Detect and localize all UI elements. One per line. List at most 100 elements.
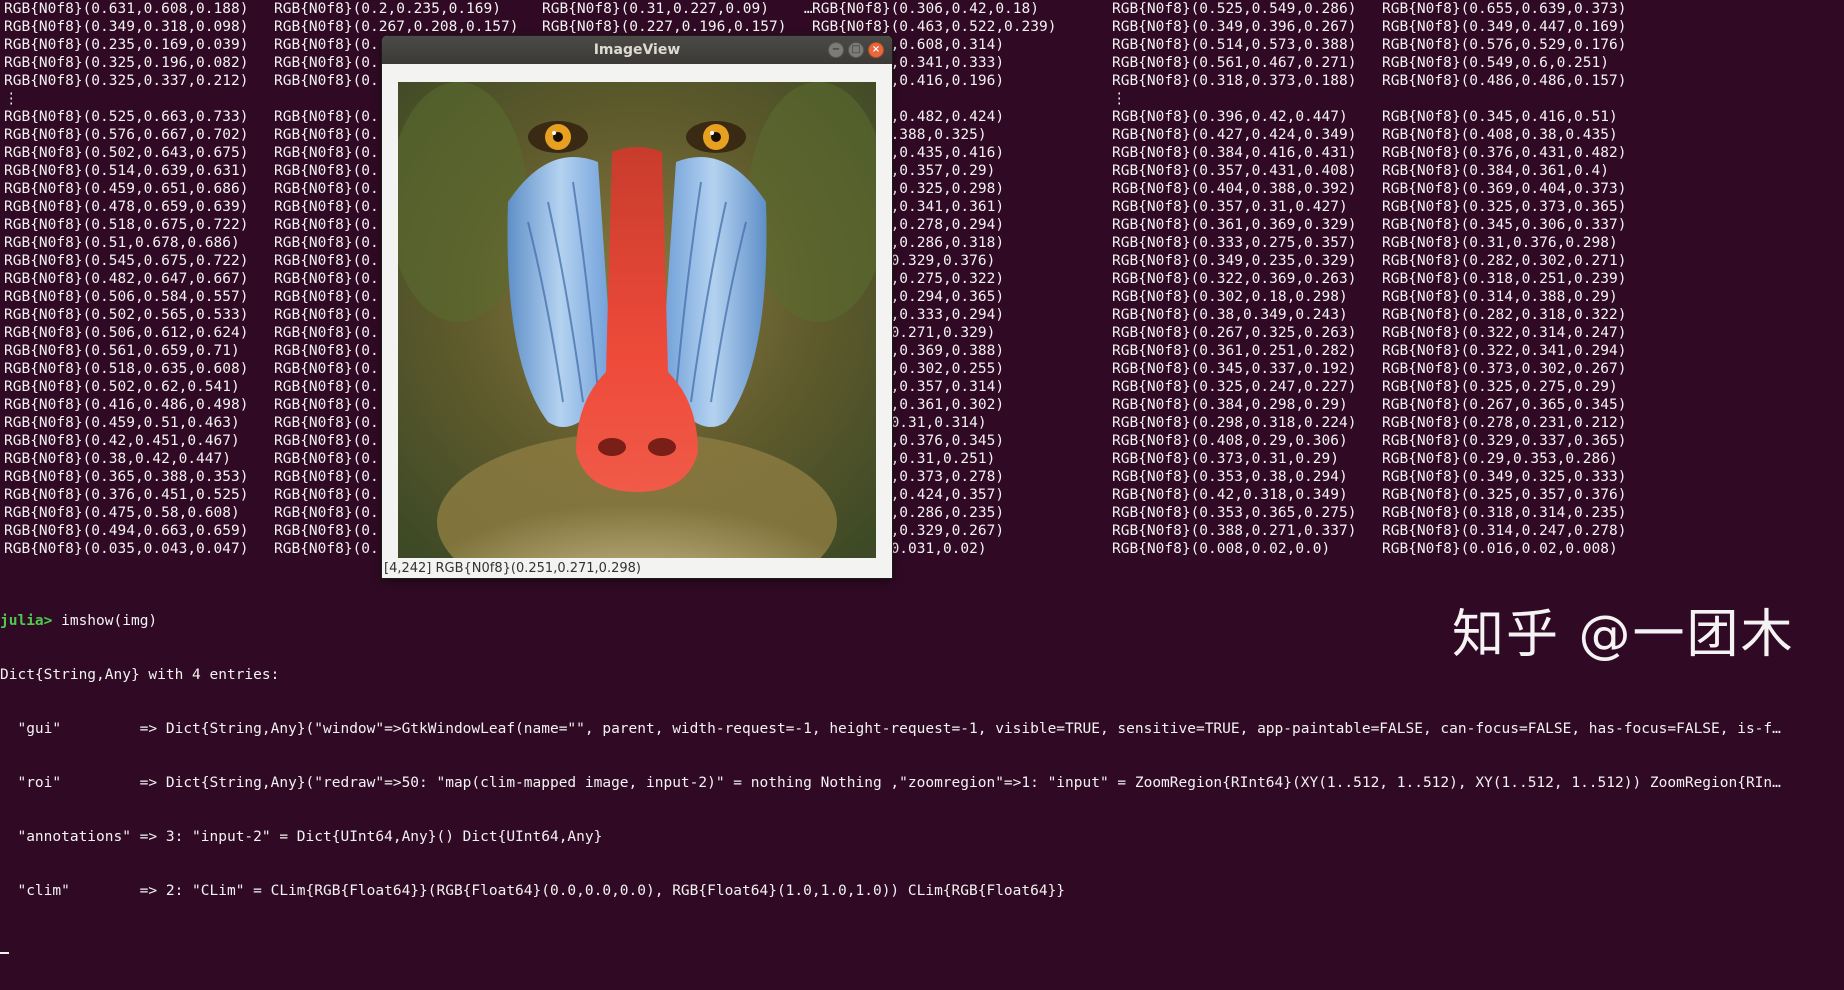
- pixel-value: RGB{N0f8}(0.376,0.431,0.482): [1382, 145, 1627, 161]
- pixel-value: RGB{N0f8}(0.506,0.612,0.624): [4, 325, 249, 341]
- pixel-value: RGB{N0f8}(0.267,0.365,0.345): [1382, 397, 1627, 413]
- maximize-button[interactable]: □: [848, 42, 864, 58]
- pixel-value: RGB{N0f8}(0.38,0.42,0.447): [4, 451, 231, 467]
- pixel-value: RGB{N0f8}(0.325,0.373,0.365): [1382, 199, 1627, 215]
- pixel-value: ⋮: [4, 91, 19, 107]
- pixel-value: RGB{N0f8}(0.506,0.584,0.557): [4, 289, 249, 305]
- pixel-value: RGB{N0f8}(0.325,0.247,0.227): [1112, 379, 1357, 395]
- pixel-value: RGB{N0f8}(0.325,0.196,0.082): [4, 55, 249, 71]
- pixel-value: RGB{N0f8}(0.486,0.486,0.157): [1382, 73, 1627, 89]
- pixel-value: RGB{N0f8}(0.416,0.486,0.498): [4, 397, 249, 413]
- pixel-value: RGB{N0f8}(0.357,0.31,0.427): [1112, 199, 1348, 215]
- pixel-value: RGB{N0f8}(0.373,0.31,0.29): [1112, 451, 1339, 467]
- pixel-value: RGB{N0f8}(0.502,0.565,0.533): [4, 307, 249, 323]
- pixel-value: RGB{N0f8}(0.361,0.251,0.282): [1112, 343, 1357, 359]
- pixel-column-5: RGB{N0f8}(0.525,0.549,0.286) RGB{N0f8}(0.…: [1112, 0, 1356, 558]
- pixel-value: RGB{N0f8}(0.282,0.318,0.322): [1382, 307, 1627, 323]
- status-bar: [4,242] RGB{N0f8}(0.251,0.271,0.298): [382, 559, 892, 578]
- pixel-value: RGB{N0f8}(0.322,0.314,0.247): [1382, 325, 1627, 341]
- output-line: "clim" => 2: "CLim" = CLim{RGB{Float64}}…: [0, 883, 1066, 899]
- pixel-value: RGB{N0f8}(0.329,0.337,0.365): [1382, 433, 1627, 449]
- pixel-value: RGB{N0f8}(0.298,0.318,0.224): [1112, 415, 1357, 431]
- window-title: ImageView: [593, 42, 681, 58]
- pixel-value: RGB{N0f8}(0.482,0.647,0.667): [4, 271, 249, 287]
- pixel-value: RGB{N0f8}(0.525,0.549,0.286): [1112, 1, 1357, 17]
- pixel-value: RGB{N0f8}(0.353,0.365,0.275): [1112, 505, 1357, 521]
- pixel-value: RGB{N0f8}(0.427,0.424,0.349): [1112, 127, 1357, 143]
- pixel-value: RGB{N0f8}(0.631,0.608,0.188): [4, 1, 249, 17]
- pixel-value: RGB{N0f8}(0.475,0.58,0.608): [4, 505, 240, 521]
- pixel-value: RGB{N0f8}(0.325,0.357,0.376): [1382, 487, 1627, 503]
- pixel-value: RGB{N0f8}(0.384,0.361,0.4): [1382, 163, 1609, 179]
- pixel-value: RGB{N0f8}(0.42,0.318,0.349): [1112, 487, 1348, 503]
- image-canvas[interactable]: [398, 82, 876, 558]
- output-line: "annotations" => 3: "input-2" = Dict{UIn…: [0, 829, 603, 845]
- pixel-value: RGB{N0f8}(0.318,0.314,0.235): [1382, 505, 1627, 521]
- pixel-value: RGB{N0f8}(0.494,0.663,0.659): [4, 523, 249, 539]
- pixel-value: RGB{N0f8}(0.31,0.227,0.09) …: [542, 1, 813, 17]
- pixel-value: RGB{N0f8}(0.549,0.6,0.251): [1382, 55, 1609, 71]
- pixel-value: RGB{N0f8}(0.353,0.38,0.294): [1112, 469, 1348, 485]
- pixel-value: RGB{N0f8}(0.278,0.231,0.212): [1382, 415, 1627, 431]
- pixel-value: RGB{N0f8}(0.314,0.247,0.278): [1382, 523, 1627, 539]
- pixel-value: RGB{N0f8}(0.2,0.235,0.169): [274, 1, 501, 17]
- pixel-value: RGB{N0f8}(0.361,0.369,0.329): [1112, 217, 1357, 233]
- pixel-value: RGB{N0f8}(0.561,0.659,0.71): [4, 343, 240, 359]
- pixel-value: RGB{N0f8}(0.235,0.169,0.039): [4, 37, 249, 53]
- pixel-value: RGB{N0f8}(0.396,0.42,0.447): [1112, 109, 1348, 125]
- pixel-value: ⋮: [1112, 91, 1127, 107]
- window-titlebar[interactable]: ImageView − □ ×: [382, 36, 892, 64]
- pixel-value: RGB{N0f8}(0.035,0.043,0.047): [4, 541, 249, 557]
- pixel-value: RGB{N0f8}(0.318,0.373,0.188): [1112, 73, 1357, 89]
- pixel-value: RGB{N0f8}(0.561,0.467,0.271): [1112, 55, 1357, 71]
- pixel-value: RGB{N0f8}(0.502,0.62,0.541): [4, 379, 240, 395]
- pixel-value: RGB{N0f8}(0.463,0.522,0.239): [812, 19, 1057, 35]
- pixel-value: RGB{N0f8}(0.008,0.02,0.0): [1112, 541, 1331, 557]
- pixel-value: RGB{N0f8}(0.267,0.325,0.263): [1112, 325, 1357, 341]
- pixel-value: RGB{N0f8}(0.345,0.306,0.337): [1382, 217, 1627, 233]
- pixel-value: RGB{N0f8}(0.51,0.678,0.686): [4, 235, 240, 251]
- pixel-value: RGB{N0f8}(0.384,0.416,0.431): [1112, 145, 1357, 161]
- pixel-value: RGB{N0f8}(0.404,0.388,0.392): [1112, 181, 1357, 197]
- minimize-button[interactable]: −: [828, 42, 844, 58]
- pixel-value: RGB{N0f8}(0.016,0.02,0.008): [1382, 541, 1618, 557]
- pixel-value: RGB{N0f8}(0.349,0.396,0.267): [1112, 19, 1357, 35]
- pixel-value: RGB{N0f8}(0.369,0.404,0.373): [1382, 181, 1627, 197]
- pixel-column-6: RGB{N0f8}(0.655,0.639,0.373) RGB{N0f8}(0.…: [1382, 0, 1626, 558]
- pixel-value: RGB{N0f8}(0.357,0.431,0.408): [1112, 163, 1357, 179]
- pixel-value: RGB{N0f8}(0.373,0.302,0.267): [1382, 361, 1627, 377]
- pixel-value: RGB{N0f8}(0.408,0.29,0.306): [1112, 433, 1348, 449]
- pixel-value: RGB{N0f8}(0.384,0.298,0.29): [1112, 397, 1348, 413]
- pixel-value: RGB{N0f8}(0.42,0.451,0.467): [4, 433, 240, 449]
- pixel-value: RGB{N0f8}(0.325,0.275,0.29): [1382, 379, 1618, 395]
- pixel-value: RGB{N0f8}(0.514,0.639,0.631): [4, 163, 249, 179]
- pixel-value: RGB{N0f8}(0.302,0.18,0.298): [1112, 289, 1348, 305]
- pixel-value: RGB{N0f8}(0.306,0.42,0.18): [812, 1, 1039, 17]
- pixel-value: [1382, 90, 1626, 108]
- pixel-value: RGB{N0f8}(0.31,0.376,0.298): [1382, 235, 1618, 251]
- output-line: "gui" => Dict{String,Any}("window"=>GtkW…: [0, 721, 1781, 737]
- pixel-value: RGB{N0f8}(0.349,0.235,0.329): [1112, 253, 1357, 269]
- pixel-value: RGB{N0f8}(0.576,0.667,0.702): [4, 127, 249, 143]
- pixel-value: RGB{N0f8}(0.388,0.271,0.337): [1112, 523, 1357, 539]
- output-line: Dict{String,Any} with 4 entries:: [0, 667, 280, 683]
- pixel-value: RGB{N0f8}(0.318,0.251,0.239): [1382, 271, 1627, 287]
- pixel-value: RGB{N0f8}(0.349,0.447,0.169): [1382, 19, 1627, 35]
- pixel-value: RGB{N0f8}(0.655,0.639,0.373): [1382, 1, 1627, 17]
- pixel-value: RGB{N0f8}(0.576,0.529,0.176): [1382, 37, 1627, 53]
- pixel-value: RGB{N0f8}(0.408,0.38,0.435): [1382, 127, 1618, 143]
- imageview-window[interactable]: ImageView − □ × [4,242] RGB{N0f8}(0.251,…: [382, 36, 892, 578]
- pixel-value: RGB{N0f8}(0.333,0.275,0.357): [1112, 235, 1357, 251]
- pixel-column-1: RGB{N0f8}(0.631,0.608,0.188) RGB{N0f8}(0.…: [4, 0, 248, 558]
- pixel-value: RGB{N0f8}(0.518,0.635,0.608): [4, 361, 249, 377]
- mandrill-image: [398, 82, 876, 558]
- pixel-value: RGB{N0f8}(0.322,0.369,0.263): [1112, 271, 1357, 287]
- pixel-value: RGB{N0f8}(0.514,0.573,0.388): [1112, 37, 1357, 53]
- pixel-value: RGB{N0f8}(0.29,0.353,0.286): [1382, 451, 1618, 467]
- command-text: imshow(img): [52, 613, 158, 629]
- close-button[interactable]: ×: [868, 42, 884, 58]
- pixel-value: RGB{N0f8}(0.349,0.318,0.098): [4, 19, 249, 35]
- pixel-value: RGB{N0f8}(0.345,0.337,0.192): [1112, 361, 1357, 377]
- pixel-value: RGB{N0f8}(0.267,0.208,0.157): [274, 19, 519, 35]
- pixel-value: RGB{N0f8}(0.478,0.659,0.639): [4, 199, 249, 215]
